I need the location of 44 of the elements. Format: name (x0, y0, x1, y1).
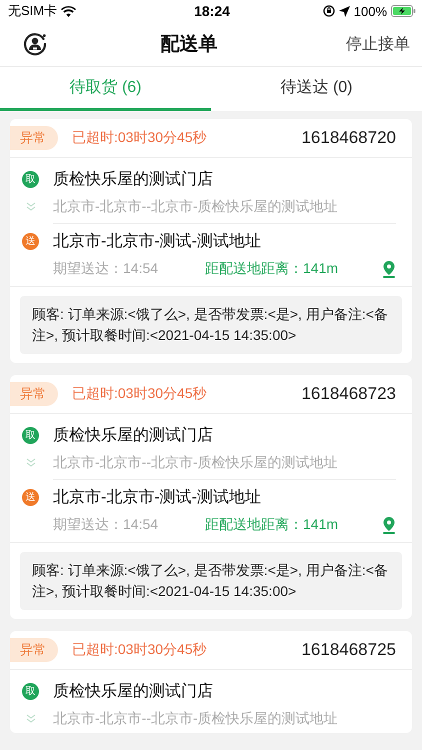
map-pin-icon[interactable] (382, 516, 396, 534)
pickup-marker: 取 (22, 426, 39, 444)
carrier-text: 无SIM卡 (8, 2, 58, 20)
battery-charging-icon (391, 5, 416, 17)
page-title: 配送单 (160, 33, 218, 57)
store-address: 北京市-北京市--北京市-质检快乐屋的测试地址 (53, 454, 338, 472)
pickup-marker: 取 (22, 170, 39, 188)
overdue-time: 已超时:03时30分45秒 (72, 129, 208, 147)
chevron-down-icon (26, 458, 36, 468)
profile-icon[interactable] (22, 31, 48, 57)
status-badge: 异常 (10, 382, 58, 406)
store-address: 北京市-北京市--北京市-质检快乐屋的测试地址 (53, 710, 338, 728)
location-arrow-icon (338, 6, 350, 16)
expected-time: 期望送达：14:54 (53, 260, 160, 278)
status-badge: 异常 (10, 126, 58, 150)
delivery-address: 北京市-北京市-测试-测试地址 (53, 232, 261, 252)
distance-text: 距配送地距离：141m (205, 260, 340, 278)
stop-orders-button[interactable]: 停止接单 (330, 30, 410, 58)
expected-time: 期望送达：14:54 (53, 516, 160, 534)
chevron-down-icon (26, 714, 36, 724)
status-badge: 异常 (10, 638, 58, 662)
overdue-time: 已超时:03时30分45秒 (72, 641, 208, 659)
store-name: 质检快乐屋的测试门店 (53, 170, 213, 190)
store-address: 北京市-北京市--北京市-质检快乐屋的测试地址 (53, 198, 338, 216)
store-name: 质检快乐屋的测试门店 (53, 426, 213, 446)
rotation-lock-icon (322, 5, 335, 17)
map-pin-icon[interactable] (382, 260, 396, 278)
order-number: 1618468725 (301, 640, 396, 660)
distance-text: 距配送地距离：141m (205, 516, 340, 534)
order-number: 1618468720 (301, 128, 396, 148)
delivery-marker: 送 (22, 488, 39, 506)
delivery-marker: 送 (22, 232, 39, 250)
store-name: 质检快乐屋的测试门店 (53, 682, 213, 702)
chevron-down-icon (26, 202, 36, 212)
order-number: 1618468723 (301, 384, 396, 404)
battery-percent: 100% (354, 4, 387, 18)
wifi-icon (61, 6, 76, 16)
delivery-address: 北京市-北京市-测试-测试地址 (53, 488, 261, 508)
clock-text: 18:24 (194, 3, 230, 19)
customer-note: 顾客: 订单来源:<饿了么>, 是否带发票:<是>, 用户备注:<备注>, 预计取餐时间:<2021-04-15 14:35:00> (20, 296, 402, 354)
pickup-marker: 取 (22, 682, 39, 700)
customer-note: 顾客: 订单来源:<饿了么>, 是否带发票:<是>, 用户备注:<备注>, 预计取餐时间:<2021-04-15 14:35:00> (20, 552, 402, 610)
overdue-time: 已超时:03时30分45秒 (72, 385, 208, 403)
tab[interactable]: 待送达 (0) (211, 67, 422, 111)
